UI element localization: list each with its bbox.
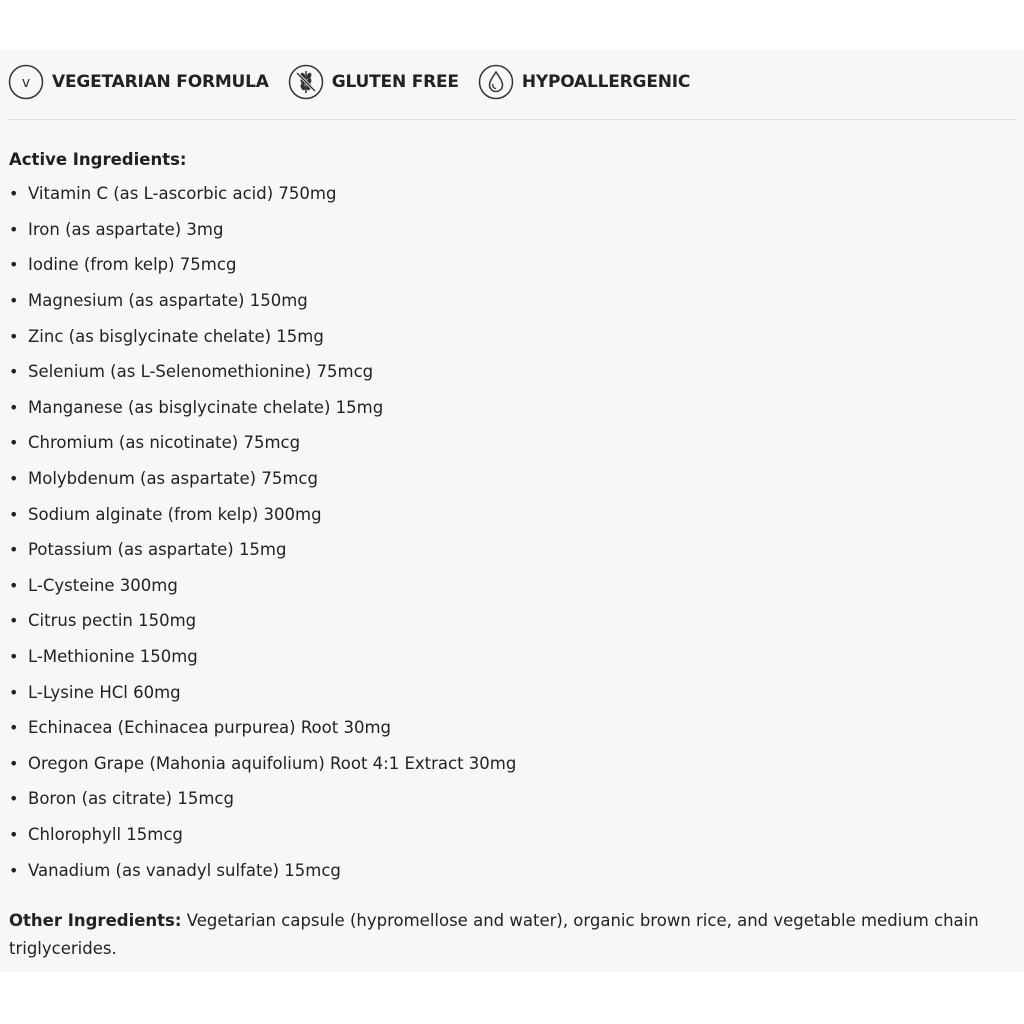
bullet-icon: • (9, 362, 19, 382)
list-item: • Iodine (from kelp) 75mcg (9, 247, 516, 283)
list-item: • Manganese (as bisglycinate chelate) 15m… (9, 390, 516, 426)
ingredient-text: Iron (as aspartate) 3mg (28, 219, 224, 239)
badge-label: VEGETARIAN FORMULA (52, 72, 269, 92)
ingredients-panel: v VEGETARIAN FORMULA GLUTEN FREE HYPOALL… (0, 50, 1024, 972)
badge-label: GLUTEN FREE (331, 72, 459, 92)
bullet-icon: • (9, 433, 19, 453)
ingredient-text: Oregon Grape (Mahonia aquifolium) Root 4… (28, 753, 517, 773)
other-ingredients-label: Other Ingredients: (9, 911, 182, 930)
bullet-icon: • (9, 326, 19, 346)
active-ingredients-list: • Vitamin C (as L-ascorbic acid) 750mg • I… (9, 176, 516, 888)
bullet-icon: • (9, 682, 19, 702)
bullet-icon: • (9, 469, 19, 489)
ingredient-text: Vitamin C (as L-ascorbic acid) 750mg (28, 184, 337, 204)
list-item: • Chlorophyll 15mcg (9, 817, 516, 853)
list-item: • Boron (as citrate) 15mcg (9, 781, 516, 817)
badge-label: HYPOALLERGENIC (521, 72, 691, 92)
ingredient-text: Manganese (as bisglycinate chelate) 15mg (28, 397, 384, 417)
bullet-icon: • (9, 611, 19, 631)
badge-vegetarian: v VEGETARIAN FORMULA (8, 64, 269, 100)
ingredient-text: Magnesium (as aspartate) 150mg (28, 291, 308, 311)
bullet-icon: • (9, 860, 19, 880)
wheat-crossed-icon (288, 64, 324, 100)
ingredient-text: Citrus pectin 150mg (28, 611, 197, 631)
list-item: • Vitamin C (as L-ascorbic acid) 750mg (9, 176, 516, 212)
list-item: • Magnesium (as aspartate) 150mg (9, 283, 516, 319)
bullet-icon: • (9, 397, 19, 417)
ingredient-text: Boron (as citrate) 15mcg (28, 789, 234, 809)
bullet-icon: • (9, 504, 19, 524)
badge-row: v VEGETARIAN FORMULA GLUTEN FREE HYPOALL… (8, 62, 709, 102)
ingredient-text: Zinc (as bisglycinate chelate) 15mg (28, 326, 324, 346)
active-ingredients-heading: Active Ingredients: (9, 150, 187, 169)
list-item: • L-Methionine 150mg (9, 639, 516, 675)
bullet-icon: • (9, 540, 19, 560)
vegetarian-v-icon: v (8, 64, 44, 100)
list-item: • Oregon Grape (Mahonia aquifolium) Root … (9, 746, 516, 782)
other-ingredients: Other Ingredients: Vegetarian capsule (h… (9, 907, 1019, 963)
bullet-icon: • (9, 184, 19, 204)
bullet-icon: • (9, 753, 19, 773)
ingredient-text: L-Cysteine 300mg (28, 575, 178, 595)
ingredient-text: L-Methionine 150mg (28, 647, 198, 667)
ingredient-text: Potassium (as aspartate) 15mg (28, 540, 287, 560)
list-item: • Sodium alginate (from kelp) 300mg (9, 496, 516, 532)
ingredient-text: Selenium (as L-Selenomethionine) 75mcg (28, 362, 374, 382)
list-item: • Citrus pectin 150mg (9, 603, 516, 639)
list-item: • Molybdenum (as aspartate) 75mcg (9, 461, 516, 497)
list-item: • Selenium (as L-Selenomethionine) 75mcg (9, 354, 516, 390)
ingredient-text: Vanadium (as vanadyl sulfate) 15mcg (28, 860, 341, 880)
bullet-icon: • (9, 291, 19, 311)
bullet-icon: • (9, 789, 19, 809)
ingredient-text: Chlorophyll 15mcg (28, 824, 183, 844)
badge-gluten-free: GLUTEN FREE (288, 64, 459, 100)
bullet-icon: • (9, 219, 19, 239)
list-item: • Chromium (as nicotinate) 75mcg (9, 425, 516, 461)
ingredient-text: Echinacea (Echinacea purpurea) Root 30mg (28, 718, 391, 738)
bullet-icon: • (9, 575, 19, 595)
badge-hypoallergenic: HYPOALLERGENIC (478, 64, 690, 100)
bullet-icon: • (9, 647, 19, 667)
bullet-icon: • (9, 718, 19, 738)
list-item: • Potassium (as aspartate) 15mg (9, 532, 516, 568)
list-item: • L-Cysteine 300mg (9, 568, 516, 604)
drop-icon (478, 64, 514, 100)
ingredient-text: Molybdenum (as aspartate) 75mcg (28, 469, 318, 489)
ingredient-text: Chromium (as nicotinate) 75mcg (28, 433, 301, 453)
list-item: • Iron (as aspartate) 3mg (9, 212, 516, 248)
list-item: • L-Lysine HCl 60mg (9, 674, 516, 710)
divider (8, 119, 1016, 120)
bullet-icon: • (9, 255, 19, 275)
list-item: • Vanadium (as vanadyl sulfate) 15mcg (9, 852, 516, 888)
ingredient-text: L-Lysine HCl 60mg (28, 682, 181, 702)
list-item: • Zinc (as bisglycinate chelate) 15mg (9, 318, 516, 354)
ingredient-text: Sodium alginate (from kelp) 300mg (28, 504, 322, 524)
ingredient-text: Iodine (from kelp) 75mcg (28, 255, 237, 275)
list-item: • Echinacea (Echinacea purpurea) Root 30m… (9, 710, 516, 746)
svg-text:v: v (22, 75, 30, 91)
bullet-icon: • (9, 824, 19, 844)
